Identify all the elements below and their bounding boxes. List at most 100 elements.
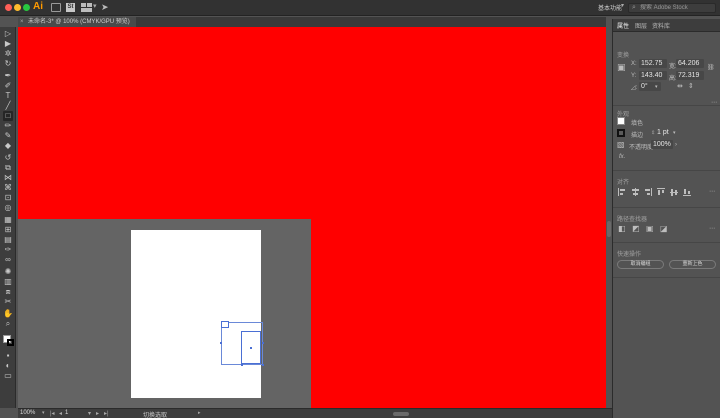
paintbrush-tool-icon[interactable]: ✏ (3, 121, 13, 131)
scale-tool-icon[interactable]: ⧉ (3, 163, 13, 173)
free-transform-tool-icon[interactable]: ⊡ (3, 193, 13, 203)
stock-icon[interactable]: St (66, 3, 75, 12)
pen-tool-icon[interactable]: ✒ (3, 71, 13, 81)
tab-properties[interactable]: 属性 (617, 21, 629, 30)
send-icon[interactable]: ➤ (101, 2, 109, 13)
line-tool-icon[interactable]: ╱ (3, 101, 13, 111)
align-top-icon[interactable] (657, 188, 665, 196)
more-options-icon[interactable]: ⋯ (709, 225, 715, 233)
close-tab-icon[interactable]: × (20, 17, 24, 27)
horizontal-scrollbar[interactable] (393, 412, 409, 416)
lasso-tool-icon[interactable]: ↻ (3, 59, 13, 69)
recolor-button[interactable]: 重新上色 (669, 260, 716, 269)
align-right-icon[interactable] (644, 188, 652, 196)
chevron-down-icon[interactable]: ▾ (88, 410, 91, 417)
zoom-tool-icon[interactable]: ⌕ (3, 319, 13, 329)
shape-builder-tool-icon[interactable]: ◎ (3, 203, 13, 213)
chevron-down-icon[interactable]: ▾ (621, 2, 624, 9)
resize-handle[interactable] (262, 342, 264, 344)
chevron-right-icon[interactable]: › (675, 141, 677, 149)
chevron-down-icon[interactable]: ▾ (93, 2, 97, 10)
color-mode-icon[interactable]: ▪ (3, 351, 13, 361)
unite-icon[interactable]: ◧ (618, 225, 626, 233)
last-page-icon[interactable]: ▸| (104, 410, 109, 417)
artboard-tool-icon[interactable]: ⧈ (3, 287, 13, 297)
chevron-down-icon[interactable]: ▾ (673, 129, 676, 137)
symbol-sprayer-tool-icon[interactable]: ✺ (3, 267, 13, 277)
magic-wand-tool-icon[interactable]: ✲ (3, 49, 13, 59)
small-rectangle-object[interactable] (221, 321, 229, 328)
more-options-icon[interactable]: ⋯ (709, 188, 715, 196)
stock-search-box[interactable]: ⌕ (628, 3, 716, 13)
resize-handle[interactable] (262, 364, 264, 366)
tab-libraries[interactable]: 资料库 (652, 21, 670, 30)
slice-tool-icon[interactable]: ✂ (3, 297, 13, 307)
gradient-tool-icon[interactable]: ▤ (3, 235, 13, 245)
canvas[interactable] (18, 27, 606, 408)
shaper-tool-icon[interactable]: ✎ (3, 131, 13, 141)
exclude-icon[interactable]: ◪ (660, 225, 668, 233)
document-tab[interactable]: × 未命名-3* @ 100% (CMYK/GPU 预览) (18, 17, 136, 27)
align-center-icon[interactable] (631, 188, 639, 196)
arrange-documents-icon[interactable] (81, 3, 92, 12)
stepper-icon[interactable]: ⇳ (651, 129, 655, 137)
stroke-weight-value[interactable]: 1 pt (657, 129, 669, 136)
opacity-value[interactable]: 100% (653, 141, 671, 148)
tab-layers[interactable]: 图层 (635, 21, 647, 30)
warp-tool-icon[interactable]: ⌘ (3, 183, 13, 193)
minus-front-icon[interactable]: ◩ (632, 225, 640, 233)
minimize-window-button[interactable] (14, 4, 21, 11)
resize-handle[interactable] (241, 364, 243, 366)
play-icon[interactable]: ▸ (198, 410, 201, 416)
rectangle-tool-icon[interactable]: □ (3, 111, 13, 121)
flip-horizontal-icon[interactable]: ⇹ (677, 83, 683, 91)
column-graph-tool-icon[interactable]: ▥ (3, 277, 13, 287)
status-tool-name[interactable]: 切换选取 (143, 410, 167, 418)
intersect-icon[interactable]: ▣ (646, 225, 654, 233)
reference-point-icon[interactable]: ▣ (617, 63, 626, 72)
ungroup-button[interactable]: 取消编组 (617, 260, 664, 269)
stock-search-input[interactable] (640, 4, 714, 12)
direct-selection-tool-icon[interactable]: ▶ (3, 39, 13, 49)
mesh-tool-icon[interactable]: ⊞ (3, 225, 13, 235)
fill-swatch[interactable] (617, 117, 625, 125)
chevron-down-icon[interactable]: ▾ (42, 410, 45, 416)
perspective-grid-tool-icon[interactable]: ▦ (3, 215, 13, 225)
eraser-tool-icon[interactable]: ◆ (3, 141, 13, 151)
hand-tool-icon[interactable]: ✋ (3, 309, 13, 319)
bridge-icon[interactable] (51, 3, 61, 12)
flip-vertical-icon[interactable]: ⇕ (688, 83, 694, 91)
zoom-level[interactable]: 100% (20, 410, 35, 416)
blend-tool-icon[interactable]: ∞ (3, 255, 13, 265)
page-number[interactable]: 1 (65, 410, 68, 416)
rotate-tool-icon[interactable]: ↺ (3, 153, 13, 163)
align-middle-icon[interactable] (670, 188, 678, 196)
type-tool-icon[interactable]: T (3, 91, 13, 101)
effects-fx-button[interactable]: fx. (619, 154, 625, 160)
stroke-swatch[interactable] (617, 129, 625, 137)
align-left-icon[interactable] (618, 188, 626, 196)
close-window-button[interactable] (5, 4, 12, 11)
x-value[interactable]: 152.75 (641, 60, 662, 67)
maximize-window-button[interactable] (23, 4, 30, 11)
workspace-switcher[interactable]: 基本功能 (598, 3, 622, 12)
h-value[interactable]: 72.319 (678, 72, 699, 79)
artboard[interactable] (131, 230, 261, 398)
vertical-scrollbar[interactable] (607, 221, 611, 237)
next-page-icon[interactable]: ▸ (96, 410, 99, 417)
eyedropper-tool-icon[interactable]: ✑ (3, 245, 13, 255)
previous-page-icon[interactable]: ◂ (59, 410, 62, 417)
width-tool-icon[interactable]: ⋈ (3, 173, 13, 183)
chevron-down-icon[interactable]: ▾ (655, 83, 658, 91)
screen-mode-icon[interactable]: ▭ (3, 371, 13, 381)
rotate-value[interactable]: 0° (641, 83, 648, 90)
first-page-icon[interactable]: |◂ (50, 410, 55, 417)
link-icon[interactable]: ⛓ (707, 64, 715, 72)
resize-handle[interactable] (220, 342, 222, 344)
w-value[interactable]: 64.206 (678, 60, 699, 67)
align-bottom-icon[interactable] (683, 188, 691, 196)
drawing-mode-icon[interactable]: ◐ (3, 361, 13, 371)
y-value[interactable]: 143.40 (641, 72, 662, 79)
selection-tool-icon[interactable]: ▷ (3, 29, 13, 39)
stroke-color-swatch[interactable] (7, 339, 14, 346)
